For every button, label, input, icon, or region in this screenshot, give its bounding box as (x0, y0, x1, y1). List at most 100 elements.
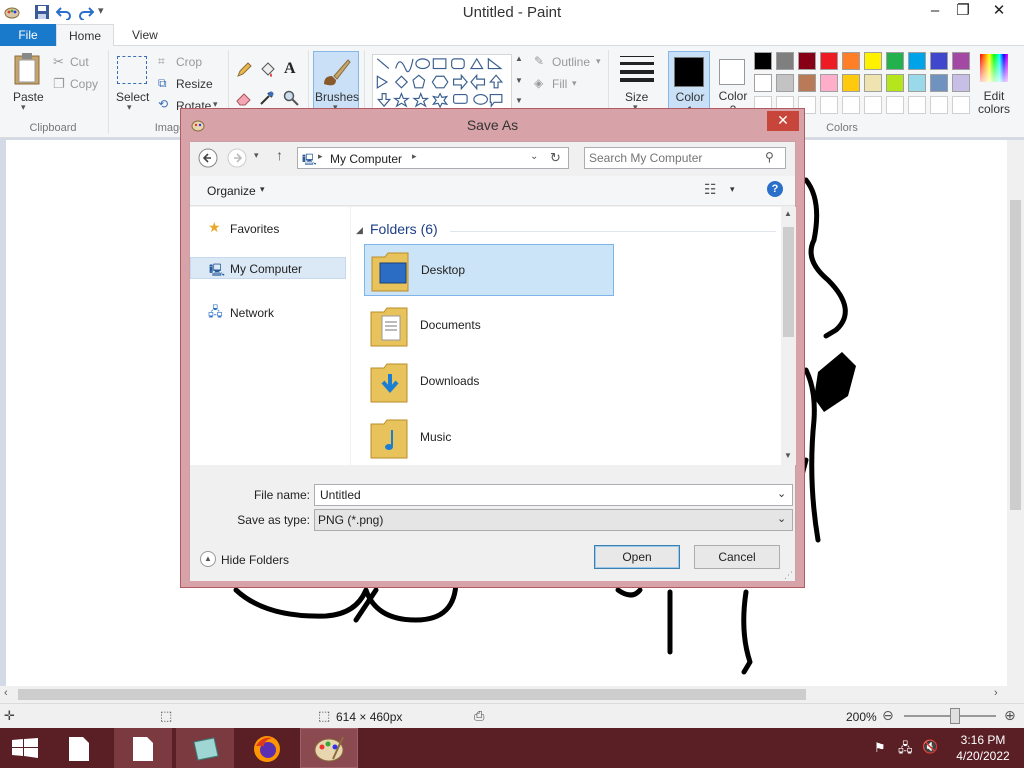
palette-swatch[interactable] (842, 52, 860, 70)
shapes-scroll-down-icon[interactable]: ▼ (515, 76, 523, 85)
volume-muted-icon[interactable]: 🔇 (922, 739, 938, 755)
content-scroll-up-icon[interactable]: ▲ (784, 209, 792, 218)
organize-button[interactable]: Organize (207, 184, 256, 198)
cut-button[interactable]: Cut (70, 55, 89, 69)
tab-home[interactable]: Home (56, 24, 114, 47)
network-tray-icon[interactable]: 🖧 (898, 739, 913, 761)
palette-swatch[interactable] (754, 52, 772, 70)
palette-swatch[interactable] (886, 74, 904, 92)
folder-item-documents[interactable]: Documents (364, 300, 614, 352)
edit-colors-icon[interactable] (980, 54, 1008, 82)
palette-swatch[interactable] (776, 74, 794, 92)
palette-empty-slot[interactable] (886, 96, 904, 114)
content-scrollbar[interactable]: ▲ ▼ (781, 207, 796, 465)
magnifier-icon[interactable] (283, 90, 299, 106)
search-input[interactable] (589, 150, 759, 166)
shapes-scroll-up-icon[interactable]: ▲ (515, 54, 523, 63)
tab-view[interactable]: View (118, 24, 172, 46)
up-one-level-icon[interactable]: ↑ (276, 147, 283, 163)
save-as-type-select[interactable]: PNG (*.png) ⌄ (314, 509, 793, 531)
palette-swatch[interactable] (952, 74, 970, 92)
palette-empty-slot[interactable] (820, 96, 838, 114)
content-scroll-thumb[interactable] (783, 227, 794, 337)
folders-group-header[interactable]: Folders (6) (370, 221, 438, 237)
horizontal-scroll-thumb[interactable] (18, 689, 806, 700)
view-dropdown-icon[interactable]: ▾ (730, 184, 735, 195)
paste-button[interactable]: Paste (13, 90, 44, 104)
address-bar[interactable]: 🖳 ▸ My Computer ▸ ⌄ ↻ (297, 147, 569, 169)
palette-empty-slot[interactable] (952, 96, 970, 114)
palette-swatch[interactable] (864, 52, 882, 70)
clock-date[interactable]: 4/20/2022 (948, 749, 1018, 763)
size-icon[interactable] (620, 54, 654, 82)
file-name-input[interactable]: Untitled (320, 488, 361, 502)
palette-swatch[interactable] (886, 52, 904, 70)
paste-dropdown-icon[interactable]: ▾ (21, 102, 26, 113)
nav-favorites[interactable]: Favorites (230, 222, 279, 244)
palette-swatch[interactable] (798, 74, 816, 92)
folder-item-desktop[interactable]: Desktop (364, 244, 614, 296)
edit-colors-button[interactable]: Edit colors (976, 90, 1012, 116)
breadcrumb-expand-icon[interactable]: ▸ (412, 151, 417, 162)
search-icon[interactable]: ⚲ (765, 150, 774, 164)
select-button[interactable]: Select (116, 90, 149, 104)
nav-network[interactable]: Network (230, 306, 274, 328)
save-as-type-dropdown-icon[interactable]: ⌄ (777, 512, 786, 525)
color1-button[interactable]: Color 1 (668, 51, 710, 116)
outline-dropdown-icon[interactable]: ▾ (596, 56, 601, 67)
palette-swatch[interactable] (930, 52, 948, 70)
taskbar-document-icon[interactable] (68, 736, 90, 762)
zoom-out-button[interactable]: ⊖ (882, 707, 894, 724)
taskbar-firefox[interactable] (238, 728, 296, 768)
taskbar-blank-doc[interactable] (114, 728, 172, 768)
pencil-icon[interactable] (236, 62, 252, 78)
recent-locations-icon[interactable]: ▾ (254, 150, 259, 161)
palette-swatch[interactable] (842, 74, 860, 92)
copy-button[interactable]: Copy (70, 77, 98, 91)
back-icon[interactable] (198, 148, 218, 168)
palette-swatch[interactable] (908, 74, 926, 92)
hide-folders-toggle[interactable]: ▲ Hide Folders (200, 550, 290, 570)
select-dropdown-icon[interactable]: ▾ (127, 102, 132, 113)
organize-dropdown-icon[interactable]: ▾ (260, 184, 265, 195)
palette-empty-slot[interactable] (842, 96, 860, 114)
file-name-dropdown-icon[interactable]: ⌄ (777, 487, 786, 500)
help-icon[interactable]: ? (767, 181, 783, 197)
taskbar-paint[interactable] (300, 728, 358, 768)
palette-swatch[interactable] (864, 74, 882, 92)
zoom-slider-thumb[interactable] (950, 708, 960, 724)
palette-empty-slot[interactable] (864, 96, 882, 114)
palette-empty-slot[interactable] (908, 96, 926, 114)
vertical-scroll-thumb[interactable] (1010, 200, 1021, 510)
eraser-icon[interactable] (236, 90, 252, 106)
palette-swatch[interactable] (820, 52, 838, 70)
folder-item-downloads[interactable]: Downloads (364, 356, 614, 408)
palette-swatch[interactable] (952, 52, 970, 70)
open-button[interactable]: Open (594, 545, 680, 569)
folder-item-music[interactable]: Music (364, 412, 614, 462)
palette-swatch[interactable] (930, 74, 948, 92)
palette-empty-slot[interactable] (930, 96, 948, 114)
select-icon[interactable] (117, 56, 147, 84)
palette-swatch[interactable] (908, 52, 926, 70)
color2-button[interactable]: Color 2 (712, 51, 754, 115)
shapes-expand-icon[interactable]: ▼ (515, 96, 523, 105)
address-dropdown-icon[interactable]: ⌄ (530, 151, 538, 162)
palette-swatch[interactable] (820, 74, 838, 92)
palette-swatch[interactable] (776, 52, 794, 70)
content-scroll-down-icon[interactable]: ▼ (784, 451, 792, 460)
scroll-right-icon[interactable]: › (994, 687, 998, 699)
close-window-button[interactable]: ✕ (976, 0, 1022, 22)
horizontal-scrollbar[interactable]: ‹ › (0, 686, 1024, 703)
refresh-icon[interactable]: ↻ (550, 150, 561, 166)
vertical-scrollbar[interactable] (1007, 140, 1024, 686)
file-name-field[interactable]: Untitled ⌄ (314, 484, 793, 506)
resize-button[interactable]: Resize (176, 77, 213, 91)
collapse-group-icon[interactable]: ◢ (356, 225, 363, 236)
resize-grip-icon[interactable]: ⋰ (784, 570, 793, 581)
paste-icon[interactable] (12, 52, 42, 86)
palette-swatch[interactable] (754, 74, 772, 92)
nav-my-computer-selected[interactable]: 🖳 My Computer (190, 257, 346, 279)
view-options-icon[interactable]: ☷ (704, 181, 717, 198)
fill-button[interactable]: Fill (552, 77, 567, 91)
